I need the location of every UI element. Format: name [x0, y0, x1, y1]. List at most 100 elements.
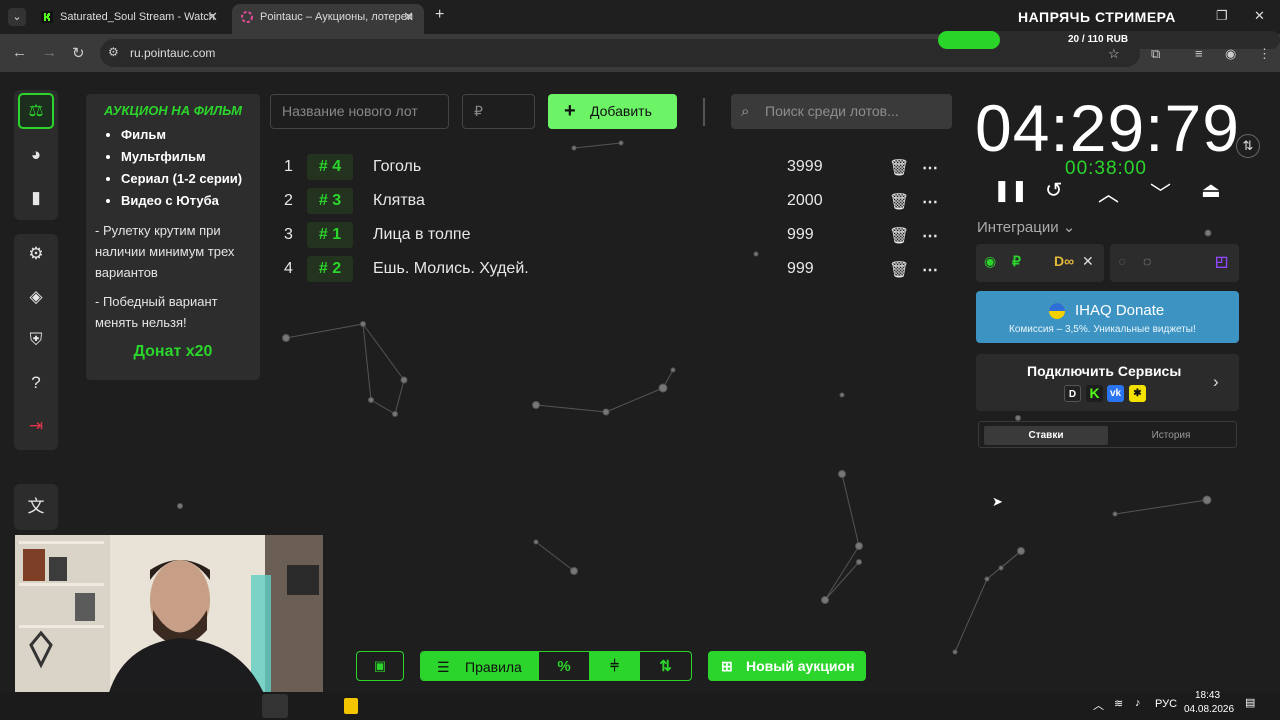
rules-button-group: ☰ Правила % ⫩ ⇅ [420, 651, 692, 681]
loading-circle-icon[interactable]: ◌ [1143, 253, 1151, 269]
integrations-toggle[interactable]: Интеграции ⌄ [977, 218, 1075, 236]
save-icon[interactable]: ▣ [356, 651, 404, 681]
taskbar-app-icon[interactable] [344, 698, 358, 714]
chevron-up-icon[interactable]: ︿ [1098, 178, 1119, 208]
sidebar-mid-group: ⚙ ◈ ⛨ ? ⇥ [14, 234, 58, 450]
connect-services-label: Подключить Сервисы [1027, 363, 1182, 379]
close-tab-icon[interactable]: ✕ [207, 4, 218, 30]
lot-fast-id[interactable]: # 4 [307, 154, 353, 180]
notifications-icon[interactable]: ▤ [1245, 696, 1255, 709]
shield-icon[interactable]: ⛨ [18, 322, 54, 358]
language-indicator[interactable]: РУС [1155, 698, 1177, 710]
lot-amount[interactable]: 999 [787, 260, 814, 278]
taskbar-chrome-icon[interactable] [262, 694, 288, 718]
new-tab-button[interactable]: + [435, 6, 444, 24]
x-icon[interactable]: ✕ [1082, 253, 1094, 270]
forward-arrow-icon[interactable]: → [42, 44, 57, 61]
rules-button[interactable]: ☰ Правила [421, 652, 538, 680]
lot-name[interactable]: Лица в толпе [373, 226, 470, 244]
add-lot-button[interactable]: + Добавить [548, 94, 677, 129]
star-service-icon: ✱ [1129, 385, 1146, 402]
lot-row: 3 # 1 Лица в толпе 999 🗑 ⋯ [272, 218, 952, 252]
search-placeholder: Поиск среди лотов... [765, 103, 899, 119]
eject-icon[interactable]: ⏏ [1201, 178, 1221, 203]
translate-icon[interactable]: 文 [18, 489, 54, 525]
new-auction-label: Новый аукцион [746, 658, 855, 674]
tab-label: Pointauc – Аукционы, лотереи [260, 11, 414, 23]
chevron-down-icon[interactable]: ﹀ [1150, 178, 1171, 208]
lot-amount[interactable]: 999 [787, 226, 814, 244]
close-tab-icon[interactable]: ✕ [403, 4, 414, 30]
site-settings-icon[interactable]: ⚙ [108, 45, 119, 59]
pause-icon[interactable]: ❚❚ [993, 178, 1028, 203]
tab-history[interactable]: История [1109, 426, 1233, 445]
chevron-right-icon: › [1213, 372, 1219, 391]
more-dots-icon[interactable]: ⋯ [922, 192, 938, 212]
sidebar-bottom-group: 文 [14, 484, 58, 530]
tab-bids[interactable]: Ставки [984, 426, 1108, 445]
sort-arrows-icon[interactable]: ⇅ [640, 652, 691, 680]
media-controls-icon[interactable]: ≡ [1195, 46, 1203, 61]
lot-name[interactable]: Ешь. Молись. Худей. [373, 260, 529, 278]
radio-off-icon[interactable]: ○ [1118, 253, 1126, 269]
percent-button[interactable]: % [538, 652, 589, 680]
help-icon[interactable]: ? [18, 365, 54, 401]
swap-timer-icon[interactable]: ⇅ [1236, 134, 1260, 158]
trash-icon[interactable]: 🗑 [889, 226, 909, 246]
url-text[interactable]: ru.pointauc.com [130, 46, 215, 60]
lot-amount[interactable]: 2000 [787, 192, 823, 210]
info-list-item: Фильм [121, 124, 251, 146]
reset-icon[interactable]: ↺ [1045, 178, 1063, 203]
new-auction-button[interactable]: ⊞ Новый аукцион [708, 651, 866, 681]
clock-time[interactable]: 18:43 [1195, 690, 1220, 701]
donatepay-icon[interactable]: ₽ [1012, 253, 1021, 270]
radio-on-icon[interactable]: ◉ [984, 253, 996, 270]
lot-index: 2 [284, 192, 293, 209]
trash-icon[interactable]: 🗑 [889, 192, 909, 212]
lot-search-input[interactable]: ⌕ Поиск среди лотов... [731, 94, 952, 129]
lot-name[interactable]: Гоголь [373, 158, 421, 176]
wifi-icon[interactable]: ≋ [1114, 697, 1123, 710]
lot-fast-id[interactable]: # 3 [307, 188, 353, 214]
tab-search-button[interactable]: ⌄ [8, 8, 26, 26]
gear-icon[interactable]: ⚙ [18, 236, 54, 272]
webcam-overlay [15, 535, 323, 710]
menu-dots-icon[interactable]: ⋮ [1258, 46, 1271, 62]
browser-tab-twitch[interactable]: Saturated_Soul Stream - Watch ✕ [32, 4, 228, 34]
lot-fast-id[interactable]: # 1 [307, 222, 353, 248]
browser-tab-bar: ⌄ Saturated_Soul Stream - Watch ✕ Pointa… [0, 0, 1280, 34]
auction-gavel-icon[interactable]: ⚖ [18, 93, 54, 129]
close-window-icon[interactable]: ✕ [1254, 8, 1265, 24]
add-lot-label: Добавить [590, 103, 652, 119]
trash-icon[interactable]: 🗑 [889, 158, 909, 178]
more-dots-icon[interactable]: ⋯ [922, 260, 938, 280]
clock-date[interactable]: 04.08.2026 [1184, 704, 1234, 715]
profile-avatar[interactable]: ◉ [1225, 46, 1236, 62]
restore-window-icon[interactable]: ❐ [1216, 8, 1228, 24]
layers-icon[interactable]: ◈ [18, 279, 54, 315]
bookmark-star-icon[interactable]: ☆ [1108, 46, 1120, 62]
trash-icon[interactable]: 🗑 [889, 260, 909, 280]
split-icon[interactable]: ⫩ [589, 652, 640, 680]
more-dots-icon[interactable]: ⋯ [922, 226, 938, 246]
extension-timer: 00:38:00 [1065, 158, 1147, 179]
windows-taskbar [0, 692, 1280, 720]
stream-overlay-title: НАПРЯЧЬ СТРИМЕРА [1018, 9, 1176, 25]
tray-chevron-up-icon[interactable]: ︿ [1093, 697, 1104, 713]
lot-amount[interactable]: 3999 [787, 158, 823, 176]
twitch-icon[interactable]: ◰ [1215, 253, 1228, 270]
pie-chart-icon[interactable]: ◕ [18, 137, 54, 173]
donationalerts-icon[interactable]: D∞ [1054, 253, 1074, 269]
lot-fast-id[interactable]: # 2 [307, 256, 353, 282]
lot-name[interactable]: Клятва [373, 192, 425, 210]
reload-icon[interactable]: ↻ [72, 44, 85, 62]
new-lot-name-input[interactable]: Название нового лот [270, 94, 449, 129]
extensions-icon[interactable]: ⧉ [1151, 46, 1160, 62]
volume-icon[interactable]: ♪ [1135, 697, 1141, 709]
more-dots-icon[interactable]: ⋯ [922, 158, 938, 178]
logout-icon[interactable]: ⇥ [18, 408, 54, 444]
browser-tab-pointauc[interactable]: Pointauc – Аукционы, лотереи ✕ [232, 4, 424, 34]
back-arrow-icon[interactable]: ← [12, 44, 27, 61]
bar-chart-icon[interactable]: ▮ [18, 180, 54, 216]
new-lot-amount-input[interactable]: ₽ [462, 94, 535, 129]
